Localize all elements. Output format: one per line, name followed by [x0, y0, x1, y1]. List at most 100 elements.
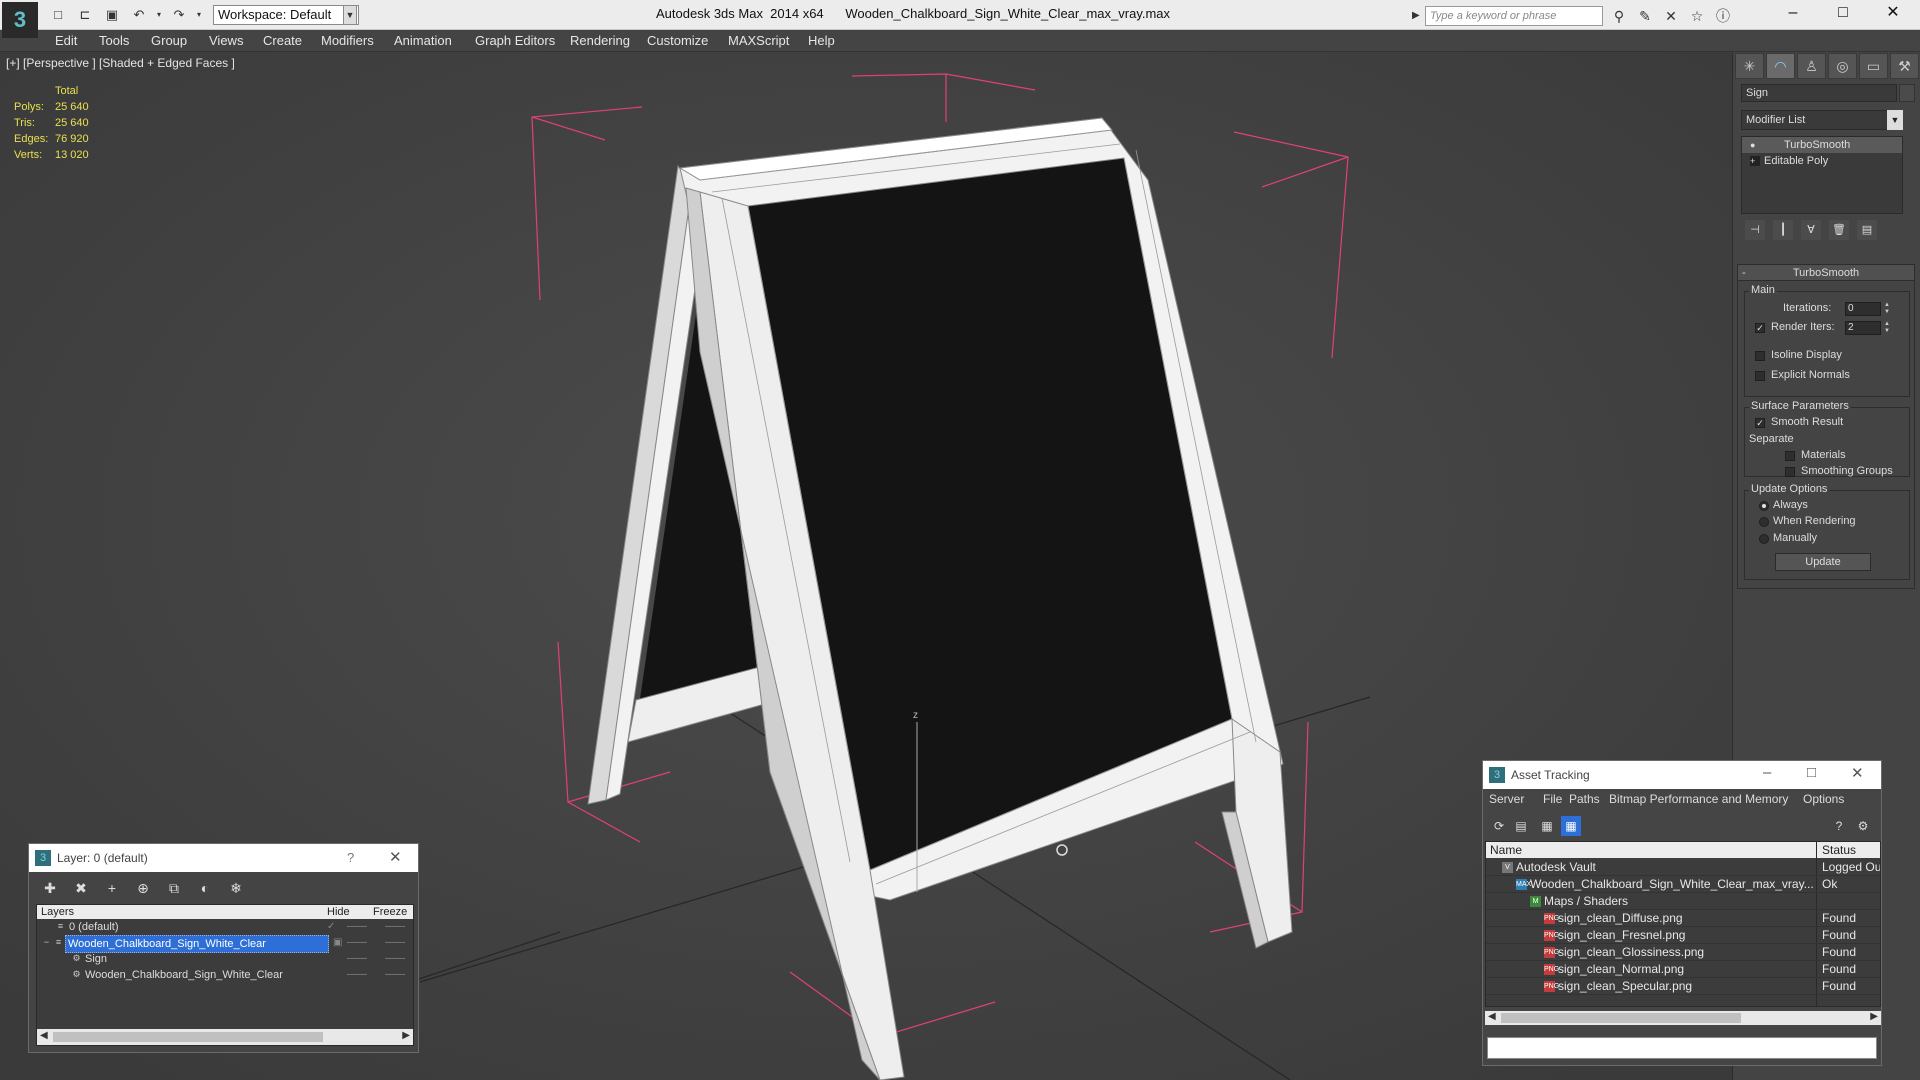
freeze-toggle[interactable]: —— [385, 919, 405, 935]
binoculars-icon[interactable]: ⚲ [1608, 6, 1630, 26]
scroll-left-icon[interactable]: ◀ [40, 1030, 48, 1041]
asset-row[interactable]: V Autodesk Vault Logged Ou [1486, 859, 1880, 876]
render-iters-checkbox[interactable]: ✓ [1755, 323, 1765, 333]
asset-row[interactable]: MAX Wooden_Chalkboard_Sign_White_Clear_m… [1486, 876, 1880, 893]
asset-horizontal-scrollbar[interactable]: ◀ ▶ [1485, 1011, 1881, 1025]
select-in-layer-icon[interactable]: ⊕ [132, 878, 154, 898]
hide-toggle[interactable]: —— [347, 951, 367, 967]
asset-row[interactable]: PNG sign_clean_Diffuse.png Found [1486, 910, 1880, 927]
list-view-icon[interactable]: ▤ [1511, 816, 1531, 836]
hide-toggle[interactable]: —— [347, 935, 367, 951]
undo-icon[interactable]: ↶ [127, 5, 151, 25]
freeze-toggle[interactable]: —— [385, 935, 405, 951]
iterations-spinner[interactable]: 0 [1845, 302, 1881, 316]
materials-checkbox[interactable] [1785, 451, 1795, 461]
add-to-layer-icon[interactable]: + [101, 878, 123, 898]
menu-help[interactable]: Help [808, 33, 835, 48]
menu-paths[interactable]: Paths [1569, 792, 1600, 806]
undo-dropdown-icon[interactable]: ▾ [154, 5, 164, 25]
manually-radio[interactable] [1759, 534, 1769, 544]
vault-help-icon[interactable]: ⚙ [1853, 816, 1873, 836]
search-input[interactable]: Type a keyword or phrase [1425, 6, 1603, 26]
menu-bitmap-performance[interactable]: Bitmap Performance and Memory [1609, 792, 1788, 806]
isoline-display-checkbox[interactable] [1755, 351, 1765, 361]
freeze-all-layers-icon[interactable]: ❄ [225, 878, 247, 898]
asset-tracking-titlebar[interactable]: 3 Asset Tracking – □ ✕ [1483, 761, 1881, 789]
explicit-normals-checkbox[interactable] [1755, 371, 1765, 381]
hide-all-layers-icon[interactable]: ◐ [194, 878, 216, 898]
menu-group[interactable]: Group [151, 33, 187, 48]
menu-modifiers[interactable]: Modifiers [321, 33, 374, 48]
always-radio[interactable] [1759, 501, 1769, 511]
minimize-icon[interactable]: – [1763, 764, 1771, 781]
layer-dialog-titlebar[interactable]: 3 Layer: 0 (default) ? ✕ [29, 844, 418, 872]
freeze-toggle[interactable]: —— [385, 951, 405, 967]
object-color-swatch[interactable] [1899, 84, 1915, 102]
search-expand-icon[interactable]: ▶ [1412, 6, 1424, 26]
hierarchy-tab-icon[interactable]: ♙ [1797, 53, 1826, 79]
configure-sets-icon[interactable]: ▤ [1857, 220, 1877, 240]
menu-edit[interactable]: Edit [55, 33, 77, 48]
pin-stack-icon[interactable]: ⊣ [1745, 220, 1765, 240]
make-unique-icon[interactable]: ∀ [1801, 220, 1821, 240]
close-icon[interactable]: ✕ [1851, 764, 1864, 782]
asset-row[interactable]: PNG sign_clean_Specular.png Found [1486, 978, 1880, 995]
asset-row[interactable]: PNG sign_clean_Glossiness.png Found [1486, 944, 1880, 961]
smoothing-groups-checkbox[interactable] [1785, 467, 1795, 477]
freeze-toggle[interactable]: —— [385, 967, 405, 983]
help-icon[interactable]: ? [1829, 816, 1849, 836]
highlight-layer-icon[interactable]: ⧉ [163, 878, 185, 898]
active-layer-check-icon[interactable]: ✓ [327, 919, 335, 935]
layer-object-row[interactable]: ⚙ Wooden_Chalkboard_Sign_White_Clear —— … [37, 967, 413, 983]
scrollbar-thumb[interactable] [53, 1032, 323, 1042]
scrollbar-thumb[interactable] [1501, 1013, 1741, 1023]
hide-toggle[interactable]: —— [347, 967, 367, 983]
show-end-result-icon[interactable]: ┃ [1773, 220, 1793, 240]
expand-minus-icon[interactable]: − [41, 937, 52, 948]
asset-path-field[interactable] [1487, 1037, 1877, 1059]
menu-rendering[interactable]: Rendering [570, 33, 630, 48]
modifier-list-dropdown[interactable]: Modifier List ▼ [1741, 110, 1903, 130]
menu-customize[interactable]: Customize [647, 33, 708, 48]
iterations-spin-arrows-icon[interactable]: ▲ ▼ [1883, 302, 1891, 316]
menu-views[interactable]: Views [209, 33, 243, 48]
help-icon[interactable]: ⓘ [1712, 6, 1734, 26]
menu-animation[interactable]: Animation [394, 33, 452, 48]
layer-object-row[interactable]: ⚙ Sign —— —— [37, 951, 413, 967]
refresh-icon[interactable]: ⟳ [1489, 816, 1509, 836]
table-view-icon[interactable]: ▦ [1561, 816, 1581, 836]
open-file-icon[interactable]: ⊏ [73, 5, 97, 25]
save-icon[interactable]: ▣ [100, 5, 124, 25]
menu-graph-editors[interactable]: Graph Editors [475, 33, 555, 48]
asset-row[interactable]: M Maps / Shaders [1486, 893, 1880, 910]
menu-file[interactable]: File [1543, 792, 1562, 806]
maximize-icon[interactable]: □ [1807, 764, 1816, 781]
scroll-right-icon[interactable]: ▶ [402, 1030, 410, 1041]
layer-row[interactable]: − ≡ Wooden_Chalkboard_Sign_White_Clear ▣… [37, 935, 413, 953]
workspace-select[interactable]: Workspace: Default ▼ [213, 5, 359, 25]
minimize-button[interactable]: – [1770, 0, 1816, 28]
column-hide[interactable]: Hide [327, 905, 350, 919]
asset-row[interactable]: PNG sign_clean_Fresnel.png Found [1486, 927, 1880, 944]
smooth-result-checkbox[interactable]: ✓ [1755, 418, 1765, 428]
remove-modifier-icon[interactable]: 🗑︎ [1829, 220, 1849, 240]
scroll-left-icon[interactable]: ◀ [1488, 1011, 1496, 1022]
menu-create[interactable]: Create [263, 33, 302, 48]
modify-tab-icon[interactable]: ◠ [1766, 53, 1795, 79]
menu-tools[interactable]: Tools [99, 33, 129, 48]
redo-icon[interactable]: ↷ [167, 5, 191, 25]
utilities-tab-icon[interactable]: ⚒ [1890, 53, 1919, 79]
close-icon[interactable]: ✕ [389, 848, 402, 866]
asset-row[interactable]: PNG sign_clean_Normal.png Found [1486, 961, 1880, 978]
scroll-right-icon[interactable]: ▶ [1870, 1011, 1878, 1022]
expand-plus-icon[interactable]: + [1750, 156, 1760, 166]
active-layer-box-icon[interactable]: ▣ [333, 935, 342, 951]
render-iters-spinner[interactable]: 2 [1845, 321, 1881, 335]
subscription-icon[interactable]: ✎ [1634, 6, 1656, 26]
thumbnail-view-icon[interactable]: ▦ [1537, 816, 1557, 836]
toolbar-dropdown-icon[interactable]: ▼ [343, 5, 357, 25]
communication-icon[interactable]: ✕ [1660, 6, 1682, 26]
column-freeze[interactable]: Freeze [373, 905, 407, 919]
column-status[interactable]: Status [1822, 842, 1856, 858]
update-button[interactable]: Update [1775, 553, 1871, 571]
